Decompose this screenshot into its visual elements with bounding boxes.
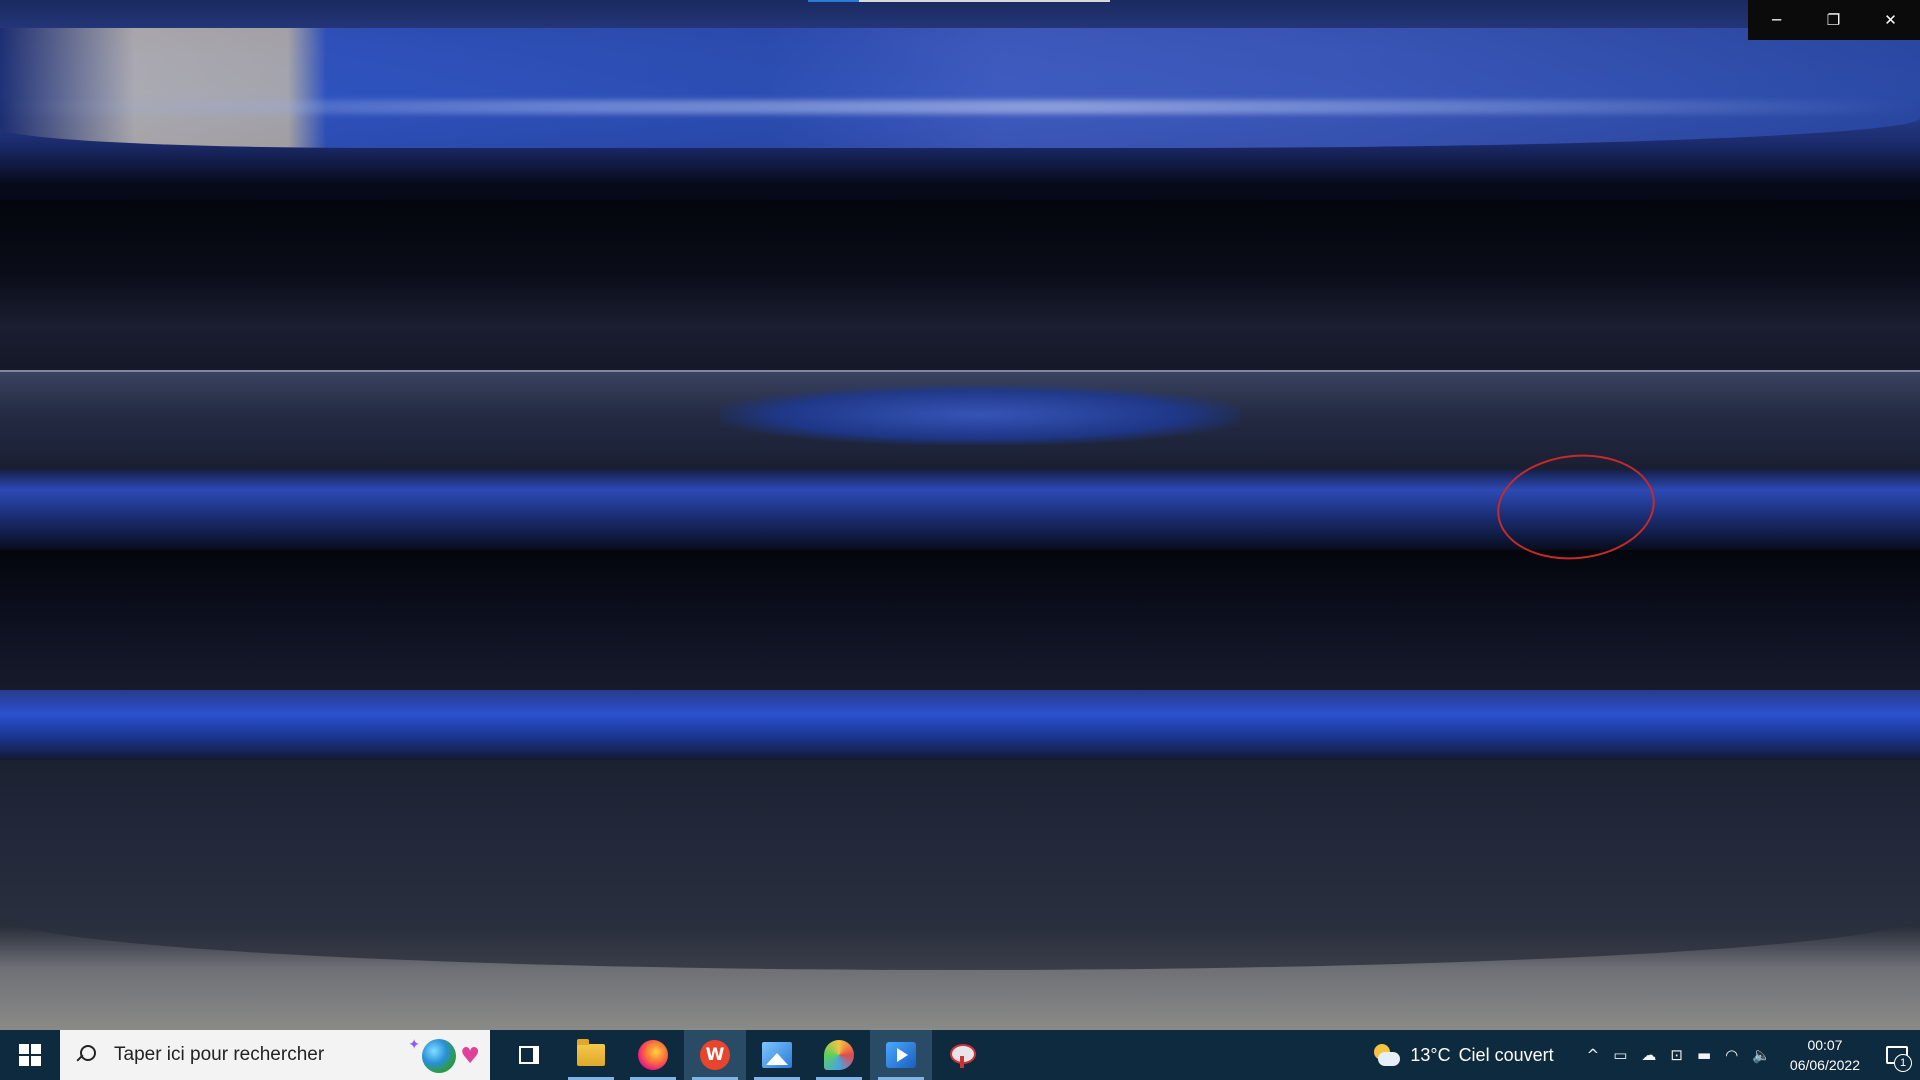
search-icon (74, 1044, 96, 1066)
snipping-tool-button[interactable] (932, 1030, 994, 1080)
close-button[interactable]: ✕ (1862, 0, 1919, 40)
car-grille-reflection (720, 385, 1240, 445)
car-hood-shine (0, 100, 1920, 114)
heart-icon: ♥ (460, 1043, 480, 1069)
start-button[interactable] (0, 1030, 60, 1080)
paint-icon (824, 1040, 854, 1070)
taskbar: Taper ici pour rechercher ✦ ♥ W 13°C Cie… (0, 1030, 1920, 1080)
meet-now-icon[interactable]: ▭ (1613, 1046, 1627, 1064)
weather-widget[interactable]: 13°C Ciel couvert (1372, 1044, 1554, 1066)
firefox-icon (638, 1040, 668, 1070)
notification-count-badge: 1 (1894, 1054, 1912, 1072)
wifi-icon[interactable]: ◠ (1725, 1046, 1738, 1064)
w-app-button[interactable]: W (684, 1030, 746, 1080)
battery-icon[interactable]: ▬ (1697, 1046, 1711, 1064)
restore-button[interactable]: ❐ (1805, 0, 1862, 40)
search-input[interactable]: Taper ici pour rechercher ✦ ♥ (60, 1030, 490, 1080)
snipping-tool-icon (948, 1042, 978, 1068)
task-view-button[interactable] (498, 1030, 560, 1080)
photos-icon (762, 1042, 792, 1068)
onedrive-icon[interactable]: ☁ (1641, 1046, 1656, 1064)
file-explorer-icon (577, 1039, 605, 1066)
system-tray: 13°C Ciel couvert ^ ▭ ☁ ⊡ ▬ ◠ 🔈 00:07 06… (1372, 1030, 1920, 1080)
paint-button[interactable] (808, 1030, 870, 1080)
playback-progress-bar[interactable] (808, 0, 1110, 2)
clock-time: 00:07 (1807, 1037, 1843, 1053)
search-highlight[interactable]: ✦ ♥ (408, 1037, 480, 1073)
weather-temperature: 13°C (1410, 1044, 1451, 1065)
car-bumper (0, 760, 1920, 970)
video-editor-button[interactable] (870, 1030, 932, 1080)
show-hidden-icons-chevron-icon[interactable]: ^ (1587, 1046, 1600, 1064)
task-view-icon (519, 1046, 539, 1064)
volume-icon[interactable]: 🔈 (1752, 1046, 1771, 1064)
car-hood-reflection (0, 28, 1920, 148)
photos-button[interactable] (746, 1030, 808, 1080)
car-bumper-chrome-strip (0, 690, 1920, 760)
search-placeholder: Taper ici pour rechercher (114, 1044, 325, 1065)
pinned-apps: W (498, 1030, 994, 1080)
clock[interactable]: 00:07 06/06/2022 (1790, 1035, 1860, 1075)
playback-progress-fill (808, 0, 860, 2)
partly-cloudy-icon (1372, 1044, 1401, 1066)
sparkle-icon: ✦ (408, 1037, 420, 1053)
globe-icon (422, 1039, 457, 1073)
file-explorer-button[interactable] (560, 1030, 622, 1080)
w-app-icon: W (700, 1040, 730, 1070)
notification-center-button[interactable]: 1 (1874, 1030, 1920, 1080)
windows-logo-icon (19, 1044, 41, 1066)
car-grille-lower (0, 550, 1920, 700)
minimize-button[interactable]: ─ (1748, 0, 1805, 40)
window-controls: ─ ❐ ✕ (1748, 0, 1920, 40)
video-frame (0, 0, 1920, 1030)
security-icon[interactable]: ⊡ (1670, 1046, 1683, 1064)
firefox-button[interactable] (622, 1030, 684, 1080)
weather-condition: Ciel couvert (1458, 1044, 1554, 1065)
car-grille-upper (0, 200, 1920, 380)
video-editor-icon (886, 1042, 916, 1068)
clock-date: 06/06/2022 (1789, 1057, 1860, 1073)
